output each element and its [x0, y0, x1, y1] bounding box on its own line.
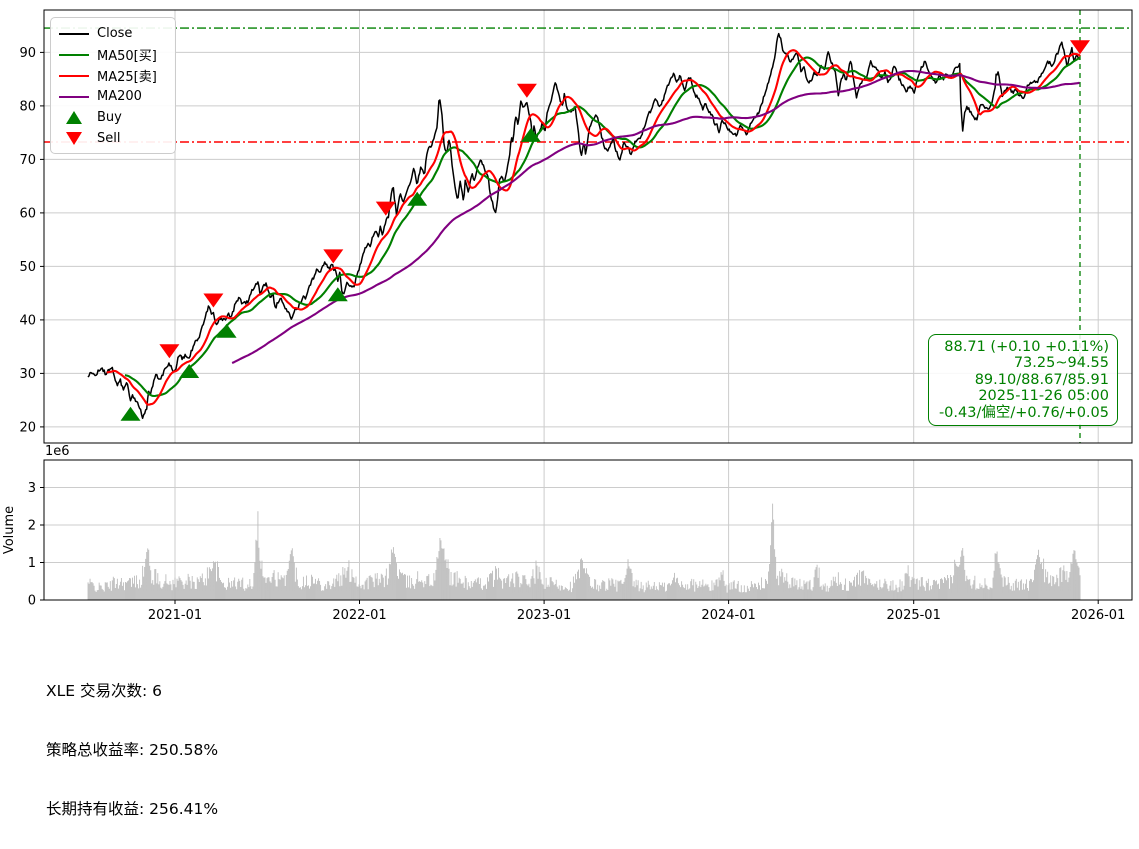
sell-marker [159, 344, 180, 359]
price-tick-label: 20 [19, 420, 36, 435]
volume-offset-label: 1e6 [45, 444, 70, 459]
legend-item-close: Close [59, 23, 167, 44]
legend-label: MA50[买] [97, 49, 157, 64]
price-tick-label: 70 [19, 153, 36, 168]
sell-marker [203, 293, 224, 308]
annotation-line: 89.10/88.67/85.91 [974, 371, 1109, 388]
x-tick-label: 2021-01 [148, 608, 202, 623]
price-tick-label: 30 [19, 367, 36, 382]
x-tick-label: 2026-01 [1071, 608, 1125, 623]
strategy-return: 策略总收益率: 250.58% [46, 740, 219, 759]
legend-line-swatch [59, 53, 89, 56]
legend-item-ma50: MA50[买] [59, 44, 167, 65]
annotation-line: 88.71 (+0.10 +0.11%) [944, 339, 1109, 355]
annotation-line: 73.25~94.55 [1013, 355, 1109, 372]
x-tick-label: 2024-01 [701, 608, 755, 623]
sell-triangle-icon [59, 132, 89, 145]
volume-tick-label: 2 [28, 519, 36, 534]
volume-axis-label: Volume [2, 506, 17, 554]
price-tick-label: 60 [19, 206, 36, 221]
price-tick-label: 90 [19, 46, 36, 61]
symbol-trade-count: XLE 交易次数: 6 [46, 682, 162, 701]
annotation-line: -0.43/偏空/+0.76/+0.05 [938, 404, 1109, 421]
sell-marker [323, 249, 344, 264]
legend-item-buy: Buy [59, 107, 167, 128]
price-tick-label: 80 [19, 99, 36, 114]
legend-item-ma25: MA25[卖] [59, 65, 167, 86]
legend: Close MA50[买] MA25[卖] MA200 Buy Sell [50, 17, 176, 154]
hold-return: 长期持有收益: 256.41% [46, 799, 219, 818]
price-tick-label: 50 [19, 260, 36, 275]
annotation-line: 2025-11-26 05:00 [978, 388, 1109, 405]
legend-item-sell: Sell [59, 128, 167, 149]
x-tick-label: 2022-01 [332, 608, 386, 623]
volume-tick-label: 3 [28, 481, 36, 496]
legend-label: Sell [97, 131, 121, 146]
sell-marker [516, 83, 537, 98]
legend-item-ma200: MA200 [59, 86, 167, 107]
x-tick-label: 2023-01 [517, 608, 571, 623]
quote-annotation-box: 88.71 (+0.10 +0.11%) 73.25~94.55 89.10/88.… [928, 334, 1118, 427]
x-tick-label: 2025-01 [887, 608, 941, 623]
figure: 90 80 70 60 50 40 30 20 3 2 1 0 2021-01 2022-01 2023-0… [0, 0, 1139, 849]
legend-label: MA200 [97, 89, 142, 104]
buy-marker [120, 406, 141, 421]
legend-label: Buy [97, 110, 122, 125]
price-tick-label: 40 [19, 313, 36, 328]
legend-label: MA25[卖] [97, 70, 157, 85]
legend-label: Close [97, 26, 133, 41]
volume-tick-label: 1 [28, 556, 36, 571]
buy-marker [216, 323, 237, 338]
legend-line-swatch [59, 74, 89, 77]
buy-marker [407, 191, 428, 206]
volume-bars [87, 503, 1081, 600]
volume-tick-label: 0 [28, 594, 36, 609]
buy-triangle-icon [59, 111, 89, 124]
legend-line-swatch [59, 95, 89, 98]
sell-marker [375, 201, 396, 216]
legend-line-swatch [59, 32, 89, 35]
trade-summary: XLE 交易次数: 6 策略总收益率: 250.58% 长期持有收益: 256.… [46, 643, 558, 849]
